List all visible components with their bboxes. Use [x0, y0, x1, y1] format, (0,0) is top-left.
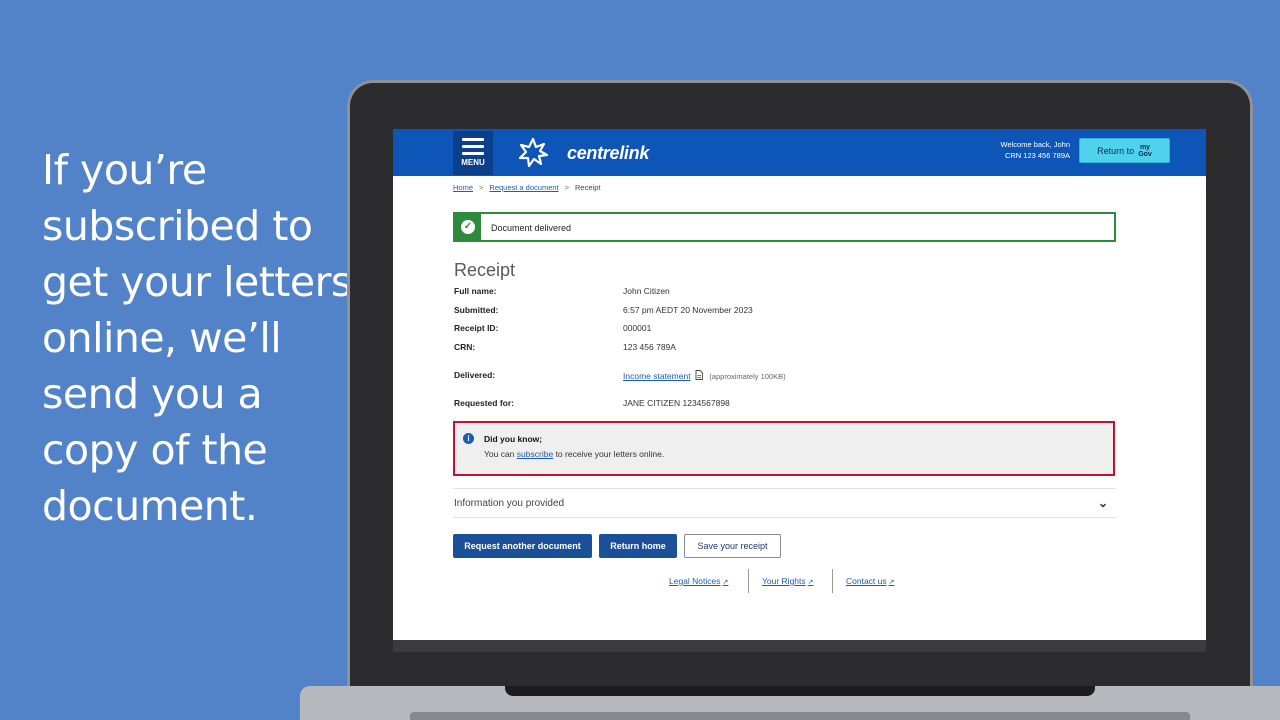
receipt-id-value: 000001 — [623, 323, 652, 333]
breadcrumb-request-document[interactable]: Request a document — [489, 183, 558, 192]
welcome-message: Welcome back, John CRN 123 456 789A — [1001, 139, 1070, 161]
legal-notices-link[interactable]: Legal Notices ↗ — [669, 576, 728, 586]
notice-title: Did you know; — [484, 434, 543, 444]
hamburger-icon — [462, 138, 484, 155]
menu-label: MENU — [461, 158, 485, 167]
full-name-label: Full name: — [454, 286, 497, 296]
receipt-heading: Receipt — [454, 260, 516, 280]
did-you-know-notice: i Did you know; You can subscribe to rec… — [453, 421, 1115, 476]
menu-button[interactable]: MENU — [453, 131, 493, 175]
welcome-crn: CRN 123 456 789A — [1004, 151, 1070, 160]
footer-divider — [832, 569, 833, 593]
external-link-icon: ↗ — [888, 579, 895, 586]
full-name-value: John Citizen — [623, 286, 670, 296]
requested-for-label: Requested for: — [454, 398, 514, 408]
alert-icon-panel: ✓ — [455, 214, 481, 240]
delivered-label: Delivered: — [454, 370, 496, 380]
notice-body: You can subscribe to receive your letter… — [484, 449, 664, 459]
brand-name: centrelink — [567, 143, 650, 163]
crn-value: 123 456 789A — [623, 342, 676, 352]
file-size-note: (approximately 100KB) — [709, 372, 786, 381]
caption-text: If you’re subscribed to get your letters… — [42, 146, 352, 530]
return-home-button[interactable]: Return home — [599, 534, 677, 558]
footer-divider — [748, 569, 749, 593]
submitted-label: Submitted: — [454, 305, 499, 315]
chevron-down-icon: ⌄ — [1097, 496, 1108, 510]
delivered-value: Income statement (approximately 100KB) — [623, 370, 786, 381]
notice-body-prefix: You can — [484, 449, 515, 459]
return-to-mygov-button[interactable]: Return to my Gov — [1079, 138, 1170, 163]
breadcrumb: Home > Request a document > Receipt — [453, 183, 600, 192]
notice-body-suffix: to receive your letters online. — [555, 449, 665, 459]
mygov-logo-top: my — [1139, 143, 1151, 151]
external-link-icon: ↗ — [722, 579, 729, 586]
mygov-logo-bottom: Gov — [1138, 150, 1152, 158]
laptop-screen: MENU centrelink Welcome back, John CRN 1… — [393, 129, 1206, 640]
accordion-label: Information you provided — [454, 498, 565, 509]
requested-for-value: JANE CITIZEN 1234567898 — [623, 398, 730, 408]
your-rights-link[interactable]: Your Rights ↗ — [762, 576, 814, 586]
document-icon — [695, 370, 703, 380]
external-link-icon: ↗ — [807, 579, 814, 586]
income-statement-link[interactable]: Income statement — [623, 371, 691, 381]
welcome-name: Welcome back, John — [1000, 140, 1070, 149]
information-provided-accordion[interactable]: Information you provided ⌄ — [453, 488, 1116, 518]
breadcrumb-home[interactable]: Home — [453, 183, 473, 192]
your-rights-label: Your Rights — [762, 576, 806, 586]
contact-us-label: Contact us — [846, 576, 887, 586]
mygov-logo-icon: my Gov — [1138, 144, 1152, 158]
return-to-label: Return to — [1097, 145, 1135, 156]
success-alert: ✓ Document delivered — [453, 212, 1116, 242]
centrelink-star-logo-icon — [518, 137, 549, 168]
site-header: MENU centrelink Welcome back, John CRN 1… — [393, 129, 1206, 176]
breadcrumb-separator: > — [479, 183, 484, 192]
breadcrumb-current: Receipt — [575, 183, 601, 192]
request-another-document-button[interactable]: Request another document — [453, 534, 592, 558]
laptop-hinge — [505, 686, 1095, 696]
laptop-slot — [410, 712, 1190, 720]
footer-links: Legal Notices ↗ Your Rights ↗ Contact us ↗ — [453, 569, 1116, 593]
check-icon: ✓ — [461, 220, 475, 234]
alert-text: Document delivered — [491, 223, 572, 233]
legal-notices-label: Legal Notices — [669, 576, 721, 586]
receipt-id-label: Receipt ID: — [454, 323, 499, 333]
crn-label: CRN: — [454, 342, 476, 352]
info-icon: i — [463, 433, 474, 444]
submitted-value: 6:57 pm AEDT 20 November 2023 — [623, 305, 753, 315]
breadcrumb-separator: > — [564, 183, 570, 192]
contact-us-link[interactable]: Contact us ↗ — [846, 576, 895, 586]
subscribe-link[interactable]: subscribe — [517, 449, 553, 459]
save-receipt-button[interactable]: Save your receipt — [684, 534, 781, 558]
screen-bezel-bottom — [393, 640, 1206, 652]
